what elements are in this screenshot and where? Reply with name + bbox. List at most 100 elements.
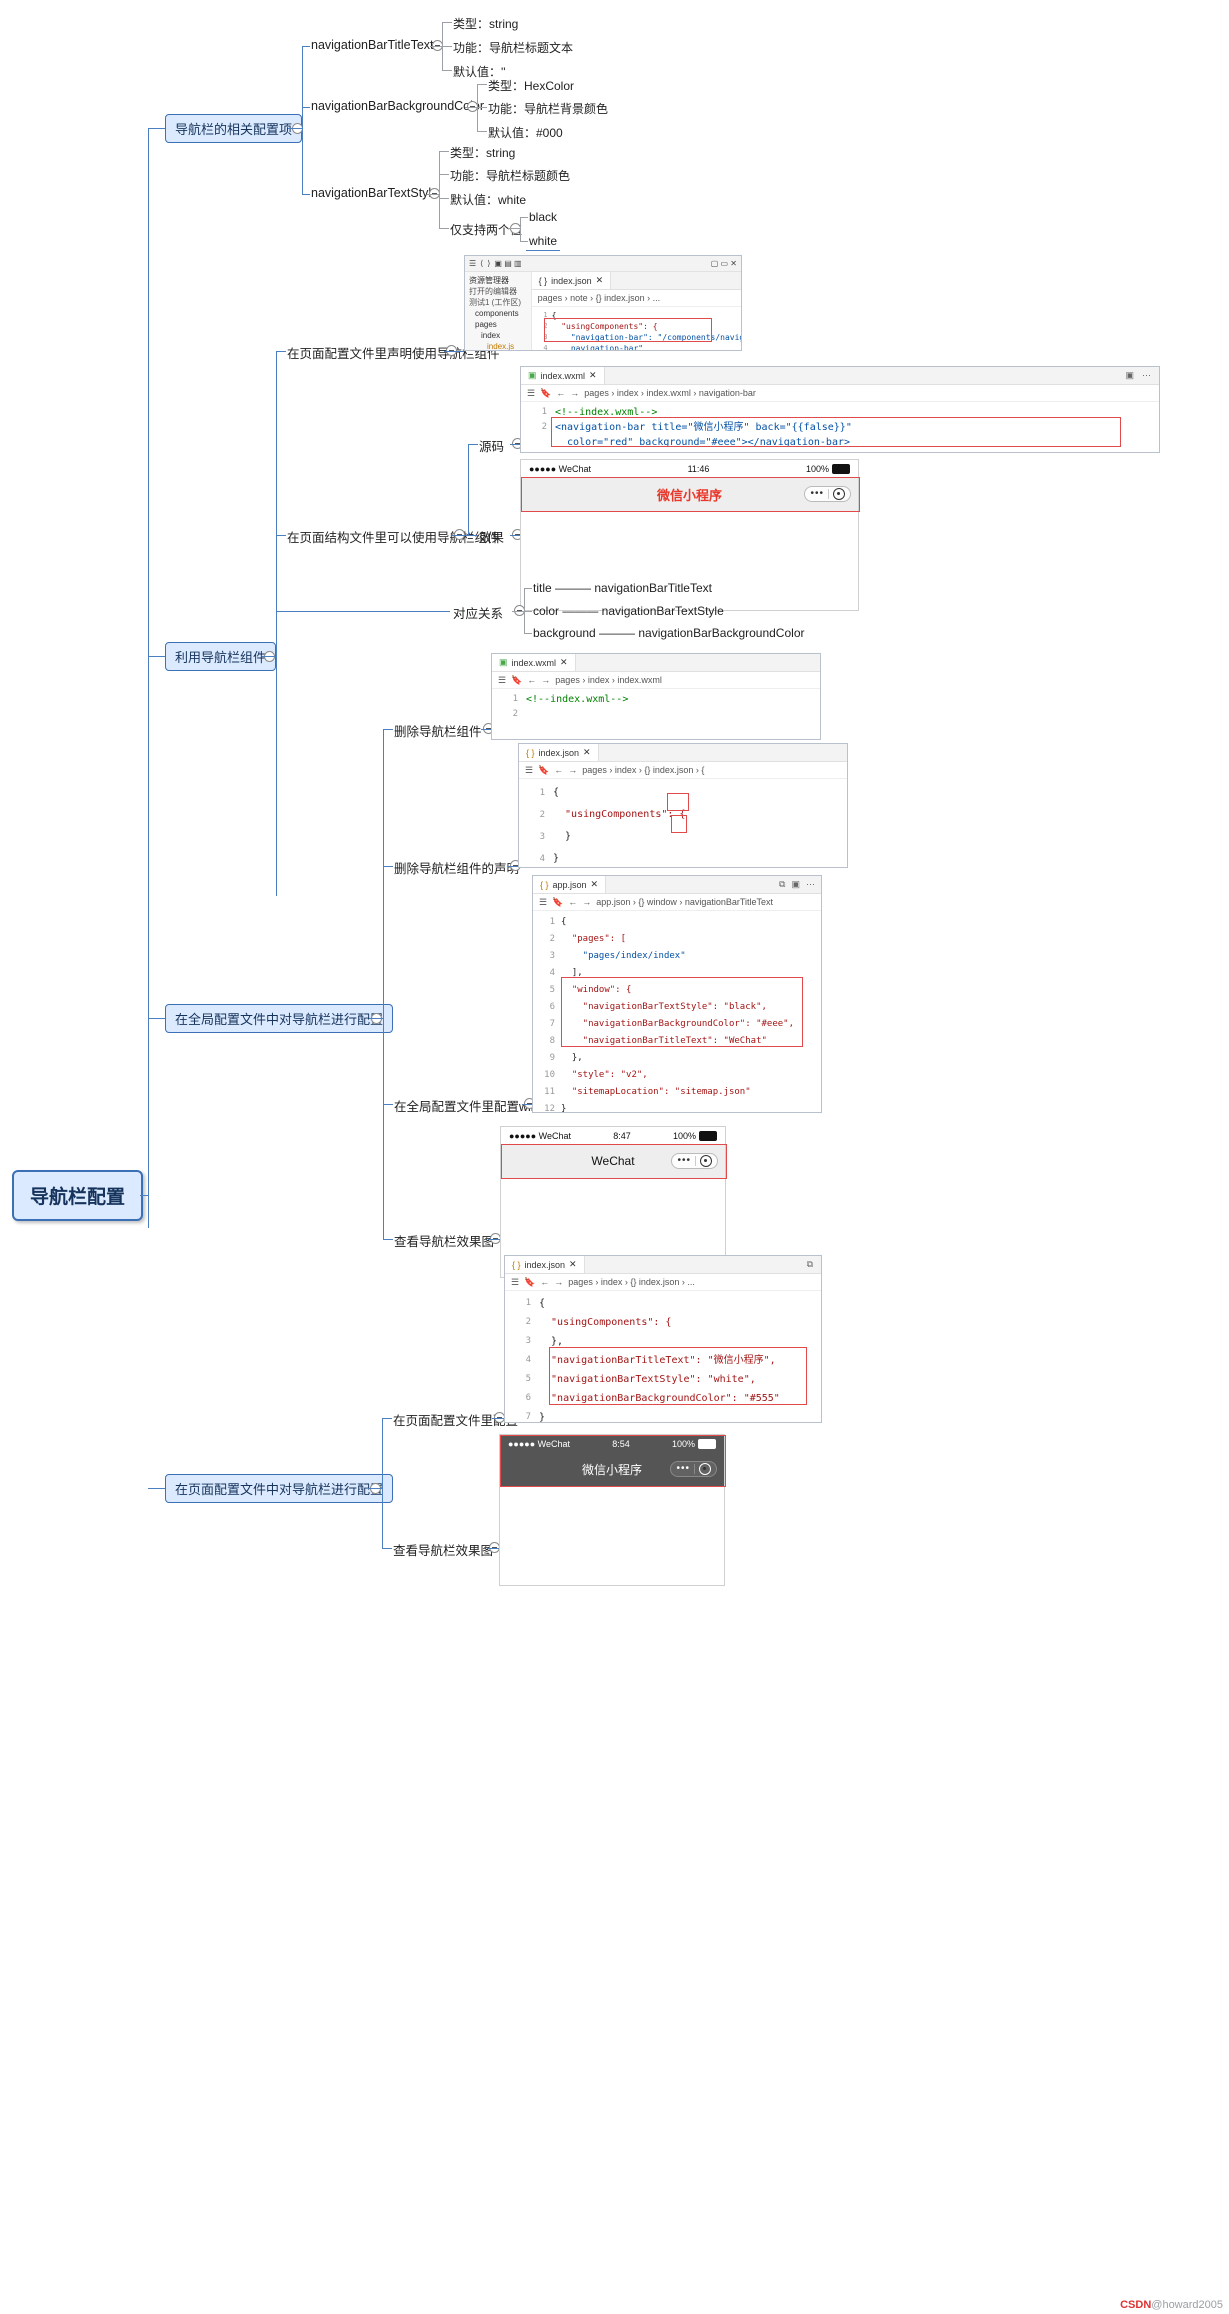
back-icon[interactable]: ← (540, 1277, 549, 1287)
node-delete-declaration[interactable]: 删除导航栏组件的声明 (391, 856, 522, 879)
bookmark-icon[interactable]: 🔖 (524, 1277, 535, 1288)
connector-b1-3-trunk (439, 151, 440, 228)
tab-app-json[interactable]: { } app.json ✕ (533, 876, 607, 893)
menu-icon[interactable]: ☰ (498, 675, 506, 686)
forward-icon[interactable]: → (582, 897, 591, 907)
tab-index-json[interactable]: { } index.json ✕ (531, 272, 612, 289)
node-view-effect-global[interactable]: 查看导航栏效果图 (391, 1229, 497, 1252)
close-icon[interactable]: ✕ (596, 275, 604, 286)
copy-icon[interactable]: ⧉ (773, 879, 791, 890)
node-style-type: 类型：string (450, 146, 516, 160)
ide-sidebar: 资源管理器 打开的编辑器 测试1 (工作区) components pages … (465, 272, 532, 350)
node-title-func: 功能：导航栏标题文本 (453, 41, 574, 55)
tab-index-json[interactable]: { } index.json ✕ (519, 744, 599, 761)
branch-config-items[interactable]: 导航栏的相关配置项 (165, 114, 303, 143)
menu-icon[interactable]: ☰ (527, 388, 535, 399)
sidebar-item-4[interactable]: index (469, 330, 527, 341)
node-style-func: 功能：导航栏标题颜色 (450, 169, 571, 183)
node-navigationBarBackgroundColor[interactable]: navigationBarBackgroundColor (308, 97, 487, 115)
battery-percent: 100% (805, 463, 829, 474)
close-icon[interactable]: ✕ (589, 370, 597, 381)
node-effect-1[interactable]: 效果 (476, 525, 507, 548)
connector-b1-2-out (465, 107, 477, 108)
ide-back-icon: ⟨ (480, 259, 484, 268)
tab-index-json[interactable]: { } index.json ✕ (505, 1256, 585, 1273)
sidebar-item-2[interactable]: components (469, 308, 527, 319)
menu-icon[interactable]: ☰ (525, 765, 533, 776)
connector-b2-out (262, 656, 276, 657)
copy-icon[interactable]: ⧉ (807, 1259, 821, 1270)
branch-global-config[interactable]: 在全局配置文件中对导航栏进行配置 (165, 1004, 394, 1033)
branch-use-component[interactable]: 利用导航栏组件 (165, 642, 277, 671)
back-icon[interactable]: ← (554, 765, 563, 775)
ide-toolbar: ☰ ⟨ ⟩ ▣ ▤ ▥ ▢ ▭ ✕ (465, 256, 741, 272)
sidebar-item-0[interactable]: 打开的编辑器 (469, 286, 527, 297)
screenshot-wxml-empty: ▣ index.wxml ✕ ☰ 🔖 ← → pages › index › i… (491, 653, 821, 740)
node-style-default: 默认值：white (450, 193, 527, 207)
close-icon[interactable]: ✕ (560, 657, 568, 668)
line-number: 1 (549, 917, 555, 927)
highlight-box (671, 815, 687, 833)
breadcrumb: ☰ 🔖 ← → pages › index › index.wxml (492, 672, 820, 689)
line-text: } (553, 853, 560, 864)
carrier-label: ●●●●● WeChat (509, 1130, 572, 1141)
bookmark-icon[interactable]: 🔖 (552, 897, 563, 908)
root-node[interactable]: 导航栏配置 (12, 1170, 144, 1221)
code-area: 1 { 2 "usingComponents": { 3 } 4} (519, 779, 847, 867)
screenshot-app-json: { } app.json ✕ ⧉ ▣ ⋯ ☰ 🔖 ← → app.json › … (532, 875, 822, 1113)
node-view-effect-page[interactable]: 查看导航栏效果图 (390, 1538, 496, 1561)
back-icon[interactable]: ← (556, 388, 565, 398)
back-icon[interactable]: ← (527, 675, 536, 685)
branch-page-config[interactable]: 在页面配置文件中对导航栏进行配置 (165, 1474, 394, 1503)
breadcrumb-text: pages › index › index.wxml › navigation-… (584, 388, 756, 398)
menu-icon[interactable]: ☰ (539, 897, 547, 908)
mindmap-canvas: 导航栏配置 导航栏的相关配置项 navigationBarTitleText 类… (0, 0, 1229, 2314)
connector-b1-trunk (302, 46, 303, 194)
back-icon[interactable]: ← (568, 897, 577, 907)
forward-icon[interactable]: → (541, 675, 550, 685)
watermark-suffix: @howard2005 (1151, 2299, 1223, 2311)
node-navigationBarTitleText[interactable]: navigationBarTitleText (308, 36, 437, 54)
line-number: 2 (512, 709, 518, 719)
menu-icon[interactable]: ☰ (511, 1277, 519, 1288)
node-bg-default: 默认值：#000 (488, 126, 563, 140)
sidebar-title: 资源管理器 (469, 276, 509, 285)
breadcrumb-text: pages › index › {} index.json › { (582, 765, 705, 775)
line-number: 1 (512, 694, 518, 704)
connector-root-trunk (148, 128, 149, 1228)
split-editor-icon[interactable]: ▣ (1117, 370, 1142, 381)
node-use-in-wxml[interactable]: 在页面结构文件里可以使用导航栏组件 (284, 525, 503, 548)
line-text: }, (561, 1053, 583, 1063)
connector-b3-1-out (481, 729, 491, 730)
connector-b2-1-out (444, 351, 464, 352)
node-mapping[interactable]: 对应关系 (450, 601, 506, 624)
tab-index-wxml[interactable]: ▣ index.wxml ✕ (521, 367, 605, 384)
phone-body (500, 1486, 724, 1574)
more-actions-icon[interactable]: ⋯ (806, 879, 821, 890)
line-text: } (561, 1104, 567, 1113)
bookmark-icon[interactable]: 🔖 (538, 765, 549, 776)
sidebar-item-5[interactable]: index.js (469, 341, 527, 350)
bookmark-icon[interactable]: 🔖 (511, 675, 522, 686)
code-area: 1 <!--index.wxml--> 2 (492, 689, 820, 722)
node-delete-component[interactable]: 删除导航栏组件 (391, 719, 485, 742)
split-editor-icon[interactable]: ▣ (791, 879, 806, 890)
node-navigationBarTextStyle[interactable]: navigationBarTextStyle (308, 184, 441, 202)
sidebar-item-3[interactable]: pages (469, 319, 527, 330)
forward-icon[interactable]: → (554, 1277, 563, 1287)
tabbar: { } index.json ✕ (531, 272, 741, 290)
node-source-code[interactable]: 源码 (476, 434, 507, 457)
more-actions-icon[interactable]: ⋯ (1142, 370, 1159, 381)
forward-icon[interactable]: → (570, 388, 579, 398)
connector-b1-out (288, 128, 302, 129)
close-icon[interactable]: ✕ (583, 747, 591, 758)
sidebar-item-1[interactable]: 测试1 (工作区) (469, 297, 527, 308)
close-icon[interactable]: ✕ (591, 879, 599, 890)
forward-icon[interactable]: → (568, 765, 577, 775)
tab-index-wxml[interactable]: ▣ index.wxml ✕ (492, 654, 576, 671)
bookmark-icon[interactable]: 🔖 (540, 388, 551, 399)
connector-b3-3-out (522, 1104, 532, 1105)
line-number: 1 (541, 407, 547, 417)
line-number: 8 (549, 1036, 555, 1046)
close-icon[interactable]: ✕ (569, 1259, 577, 1270)
